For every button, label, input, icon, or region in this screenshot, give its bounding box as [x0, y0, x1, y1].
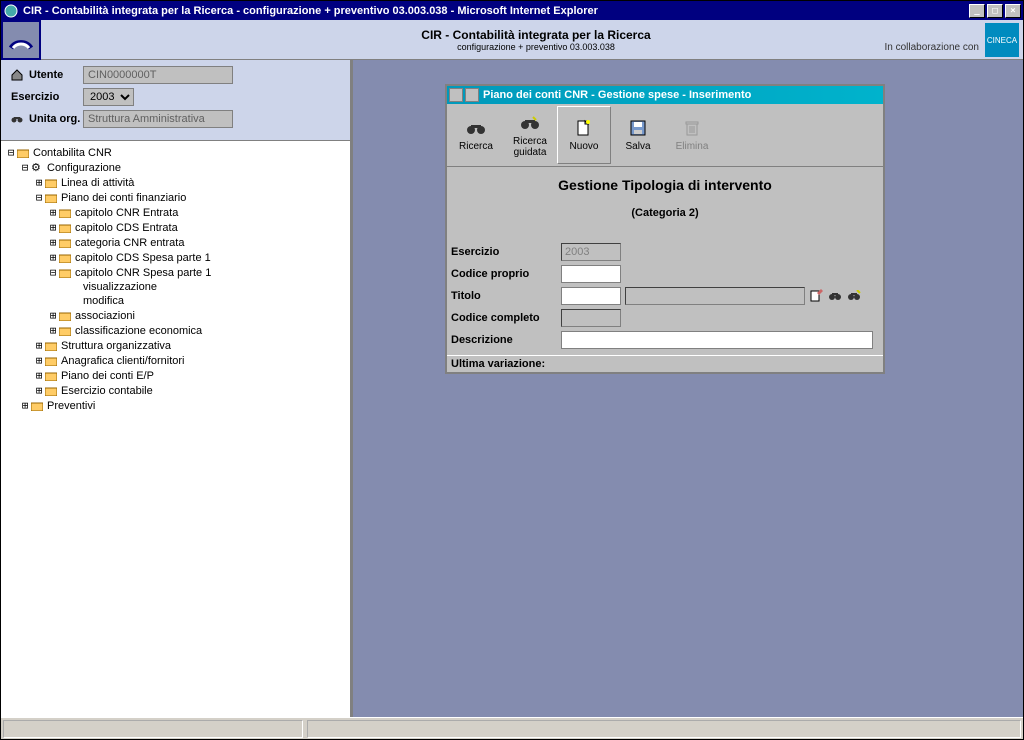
- window-title: CIR - Contabilità integrata per la Ricer…: [23, 5, 967, 17]
- collab-text: In collaborazione con: [884, 42, 979, 53]
- inner-titlebar: Piano dei conti CNR - Gestione spese - I…: [447, 86, 883, 104]
- titolo-label: Titolo: [451, 290, 561, 302]
- nav-tree: ⊟ Contabilita CNR ⊟⚙ Configurazione ⊞ Li…: [1, 141, 350, 717]
- tree-cap-cnr-entrata[interactable]: ⊞ capitolo CNR Entrata: [5, 205, 346, 220]
- toolbar-ricerca-guidata[interactable]: Ricerca guidata: [503, 106, 557, 164]
- descrizione-label: Descrizione: [451, 334, 561, 346]
- esercizio-label: Esercizio: [11, 91, 83, 103]
- tree-class-econ[interactable]: ⊞ classificazione economica: [5, 323, 346, 338]
- tree-piano-conti-fin[interactable]: ⊟ Piano dei conti finanziario: [5, 190, 346, 205]
- app-title: CIR - Contabilità integrata per la Ricer…: [49, 28, 1023, 42]
- app-subtitle: configurazione + preventivo 03.003.038: [49, 42, 1023, 52]
- window-titlebar: CIR - Contabilità integrata per la Ricer…: [1, 1, 1023, 20]
- ie-icon: [3, 3, 19, 19]
- tree-modifica[interactable]: modifica: [5, 294, 346, 308]
- tree-root[interactable]: ⊟ Contabilita CNR: [5, 145, 346, 160]
- content-heading: Gestione Tipologia di intervento: [451, 177, 879, 193]
- esercizio-form-field: [561, 243, 621, 261]
- tree-cat-cnr-entrata[interactable]: ⊞ categoria CNR entrata: [5, 235, 346, 250]
- tree-struttura-org[interactable]: ⊞ Struttura organizzativa: [5, 338, 346, 353]
- tree-visualizzazione[interactable]: visualizzazione: [5, 280, 346, 294]
- titolo-edit-icon[interactable]: [808, 288, 824, 304]
- main-area: Piano dei conti CNR - Gestione spese - I…: [353, 60, 1023, 717]
- toolbar-nuovo[interactable]: Nuovo: [557, 106, 611, 164]
- toolbar-salva[interactable]: Salva: [611, 106, 665, 164]
- home-icon: [11, 69, 25, 81]
- inner-content: Gestione Tipologia di intervento (Catego…: [447, 167, 883, 355]
- inner-status: Ultima variazione:: [447, 355, 883, 372]
- tree-linea-attivita[interactable]: ⊞ Linea di attività: [5, 175, 346, 190]
- minimize-button[interactable]: _: [969, 4, 985, 18]
- binoculars-icon: [466, 118, 486, 138]
- titolo-code-field[interactable]: [561, 287, 621, 305]
- body: Utente Esercizio 2003 Unita org.: [1, 60, 1023, 717]
- titolo-wizard-search-icon[interactable]: [846, 288, 862, 304]
- window-controls: _ □ ×: [967, 4, 1021, 18]
- sidebar: Utente Esercizio 2003 Unita org.: [1, 60, 353, 717]
- titolo-desc-field: [625, 287, 805, 305]
- wizard-search-icon: [520, 113, 540, 133]
- statusbar-cell-2: [307, 720, 1021, 738]
- utente-label: Utente: [11, 69, 83, 81]
- tree-anagrafica[interactable]: ⊞ Anagrafica clienti/fornitori: [5, 353, 346, 368]
- tree-cap-cds-entrata[interactable]: ⊞ capitolo CDS Entrata: [5, 220, 346, 235]
- content-subheading: (Categoria 2): [451, 207, 879, 219]
- codice-proprio-field[interactable]: [561, 265, 621, 283]
- trash-icon: [682, 118, 702, 138]
- descrizione-field[interactable]: [561, 331, 873, 349]
- app-header: CIR - Contabilità integrata per la Ricer…: [1, 20, 1023, 60]
- cineca-logo: CINECA: [985, 23, 1019, 57]
- maximize-button[interactable]: □: [987, 4, 1003, 18]
- inner-window: Piano dei conti CNR - Gestione spese - I…: [445, 84, 885, 374]
- codice-proprio-label: Codice proprio: [451, 268, 561, 280]
- sidebar-header: Utente Esercizio 2003 Unita org.: [1, 60, 350, 141]
- statusbar-cell-1: [3, 720, 303, 738]
- tree-associazioni[interactable]: ⊞ associazioni: [5, 308, 346, 323]
- inner-save-icon[interactable]: [449, 88, 463, 102]
- esercizio-form-label: Esercizio: [451, 246, 561, 258]
- tree-configurazione[interactable]: ⊟⚙ Configurazione: [5, 160, 346, 175]
- codice-completo-label: Codice completo: [451, 312, 561, 324]
- tree-preventivi[interactable]: ⊞ Preventivi: [5, 398, 346, 413]
- close-button[interactable]: ×: [1005, 4, 1021, 18]
- titolo-search-icon[interactable]: [827, 288, 843, 304]
- esercizio-select[interactable]: 2003: [83, 88, 134, 106]
- save-icon: [628, 118, 648, 138]
- toolbar-elimina: Elimina: [665, 106, 719, 164]
- inner-window-icon[interactable]: [465, 88, 479, 102]
- codice-completo-field: [561, 309, 621, 327]
- utente-field: [83, 66, 233, 84]
- tree-esercizio-cont[interactable]: ⊞ Esercizio contabile: [5, 383, 346, 398]
- toolbar-ricerca[interactable]: Ricerca: [449, 106, 503, 164]
- inner-toolbar: Ricerca Ricerca guidata Nuovo Salva: [447, 104, 883, 167]
- unita-field: [83, 110, 233, 128]
- statusbar: [1, 717, 1023, 739]
- browser-window: CIR - Contabilità integrata per la Ricer…: [0, 0, 1024, 740]
- tree-piano-conti-ep[interactable]: ⊞ Piano dei conti E/P: [5, 368, 346, 383]
- app-logo: [1, 20, 41, 60]
- binoculars-icon: [11, 113, 25, 125]
- tree-cap-cnr-spesa1[interactable]: ⊟ capitolo CNR Spesa parte 1: [5, 265, 346, 280]
- new-icon: [574, 118, 594, 138]
- tree-cap-cds-spesa1[interactable]: ⊞ capitolo CDS Spesa parte 1: [5, 250, 346, 265]
- unita-label: Unita org.: [11, 113, 83, 125]
